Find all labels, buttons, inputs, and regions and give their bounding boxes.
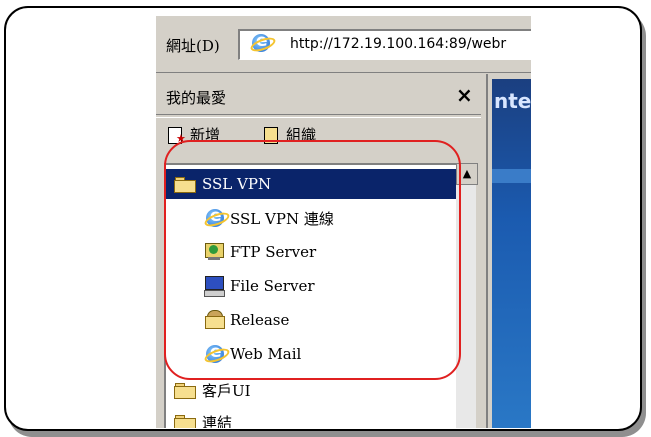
close-icon[interactable]: × [456, 83, 473, 107]
add-favorite-label: 新增 [190, 126, 221, 144]
address-bar: 網址(D) http://172.19.100.164:89/webr [156, 16, 531, 72]
screenshot-frame: 網址(D) http://172.19.100.164:89/webr 我的最愛… [4, 6, 642, 431]
content-strip [492, 169, 531, 183]
ftp-globe-icon [204, 242, 224, 262]
content-pane: nte [486, 74, 531, 428]
address-label: 網址(D) [166, 37, 220, 55]
folder-open-icon [174, 176, 196, 193]
divider [156, 72, 531, 73]
computer-icon [204, 276, 225, 297]
favorites-item-links[interactable]: 連結 [174, 407, 232, 428]
list-item-label: SSL VPN [202, 175, 272, 193]
ie-icon [202, 206, 232, 230]
ie-icon [202, 342, 232, 366]
list-item-label: FTP Server [230, 243, 317, 261]
ie-icon [248, 31, 278, 55]
list-item-label: Web Mail [230, 345, 302, 363]
add-favorite-button[interactable]: ★ 新增 [166, 124, 220, 145]
folder-icon [174, 382, 196, 399]
organize-favorites-button[interactable]: 組織 [262, 124, 316, 145]
list-item-label: File Server [230, 277, 315, 295]
list-item-label: Release [230, 311, 290, 329]
favorites-pane: 我的最愛 × ★ 新增 組織 SSL VPN SSL VPN 連線 [156, 74, 481, 428]
favorites-item-customer-ui[interactable]: 客戶UI [174, 375, 251, 405]
shared-folder-icon [204, 310, 225, 330]
divider [156, 114, 481, 118]
favorites-item-release[interactable]: Release [204, 305, 289, 335]
favorites-tree: SSL VPN SSL VPN 連線 FTP Server File Serve… [164, 163, 464, 428]
list-item-label: SSL VPN 連線 [230, 209, 334, 228]
web-content-banner: nte [492, 79, 531, 428]
favorites-item-web-mail[interactable]: Web Mail [202, 339, 302, 369]
scrollbar-track[interactable] [456, 185, 476, 428]
favorites-item-ssl-vpn-connect[interactable]: SSL VPN 連線 [202, 203, 334, 233]
browser-window: 網址(D) http://172.19.100.164:89/webr 我的最愛… [156, 16, 531, 428]
favorites-item-file-server[interactable]: File Server [204, 271, 315, 301]
favorites-title: 我的最愛 [166, 89, 227, 107]
add-favorite-icon: ★ [166, 126, 186, 145]
address-url: http://172.19.100.164:89/webr [290, 36, 507, 52]
list-item-label: 客戶UI [202, 381, 251, 400]
organize-favorites-icon [262, 126, 282, 144]
favorites-item-ftp-server[interactable]: FTP Server [204, 237, 316, 267]
content-preview-text: nte [494, 89, 531, 113]
list-item-label: 連結 [202, 413, 233, 429]
scroll-up-button[interactable]: ▲ [456, 163, 478, 185]
favorites-item-ssl-vpn-folder[interactable]: SSL VPN [166, 169, 464, 199]
folder-icon [174, 414, 196, 428]
address-input[interactable]: http://172.19.100.164:89/webr [238, 29, 531, 60]
organize-favorites-label: 組織 [286, 126, 317, 144]
